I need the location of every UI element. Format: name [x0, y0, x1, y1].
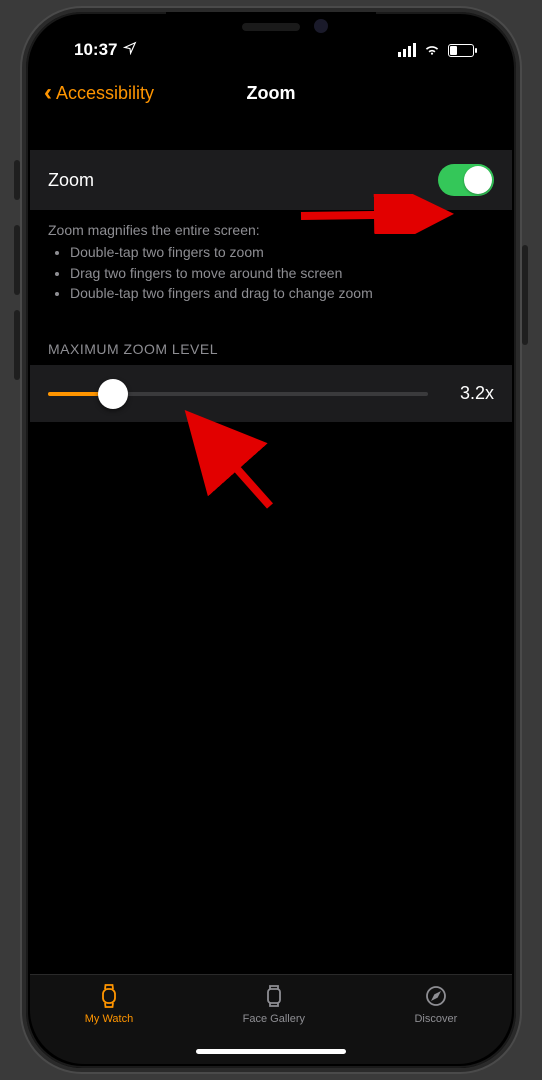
max-zoom-section-header: MAXIMUM ZOOM LEVEL: [30, 303, 512, 365]
slider-thumb[interactable]: [98, 379, 128, 409]
helper-heading: Zoom magnifies the entire screen:: [48, 220, 494, 240]
status-time: 10:37: [74, 40, 117, 60]
face-gallery-icon: [260, 983, 288, 1009]
location-icon: [123, 40, 137, 60]
back-label: Accessibility: [56, 83, 154, 104]
tab-label: Face Gallery: [243, 1013, 305, 1025]
watch-icon: [95, 983, 123, 1009]
tab-label: My Watch: [85, 1013, 134, 1025]
max-zoom-slider-row: 3.2x: [30, 365, 512, 422]
content: Zoom Zoom magnifies the entire screen: D…: [30, 120, 512, 422]
toggle-knob: [464, 166, 492, 194]
notch: [166, 12, 376, 44]
home-indicator[interactable]: [196, 1049, 346, 1054]
screen: 10:37: [30, 16, 512, 1064]
helper-item: Drag two fingers to move around the scre…: [70, 263, 494, 283]
zoom-toggle-row: Zoom: [30, 150, 512, 210]
nav-bar: ‹ Accessibility Zoom: [30, 66, 512, 120]
zoom-row-label: Zoom: [48, 170, 94, 191]
tab-bar: My Watch Face Gallery Di: [30, 974, 512, 1064]
cellular-signal-icon: [398, 43, 416, 57]
chevron-left-icon: ‹: [44, 81, 52, 105]
back-button[interactable]: ‹ Accessibility: [44, 81, 154, 105]
phone-frame: 10:37: [22, 8, 520, 1072]
max-zoom-value: 3.2x: [444, 383, 494, 404]
helper-item: Double-tap two fingers to zoom: [70, 242, 494, 262]
zoom-helper-text: Zoom magnifies the entire screen: Double…: [30, 210, 512, 303]
tab-discover[interactable]: Discover: [414, 983, 457, 1025]
compass-icon: [422, 983, 450, 1009]
max-zoom-slider[interactable]: [48, 392, 428, 396]
tab-my-watch[interactable]: My Watch: [85, 983, 134, 1025]
tab-label: Discover: [414, 1013, 457, 1025]
zoom-toggle[interactable]: [438, 164, 494, 196]
helper-item: Double-tap two fingers and drag to chang…: [70, 283, 494, 303]
wifi-icon: [423, 40, 441, 60]
battery-icon: [448, 44, 474, 57]
tab-face-gallery[interactable]: Face Gallery: [243, 983, 305, 1025]
